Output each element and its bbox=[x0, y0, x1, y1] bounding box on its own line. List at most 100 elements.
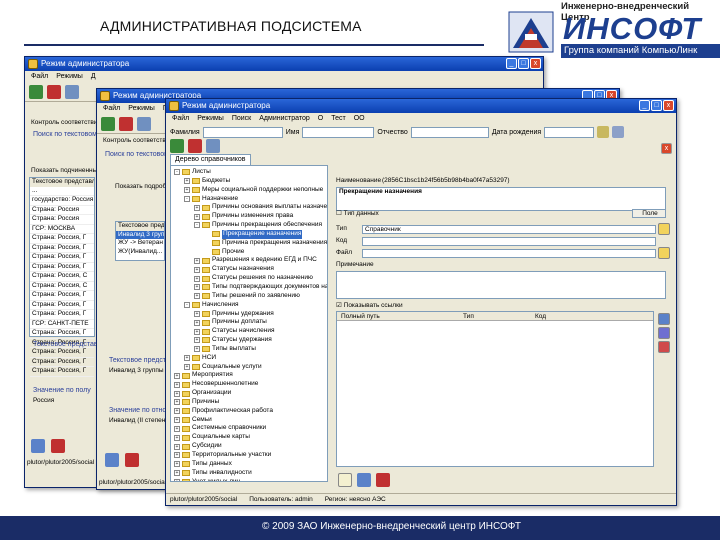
delete-icon[interactable] bbox=[119, 116, 133, 131]
table-row[interactable]: Страна: Россия, Г bbox=[30, 329, 94, 339]
tab-reference-tree[interactable]: Дерево справочников bbox=[170, 154, 251, 165]
surname-field[interactable] bbox=[202, 126, 283, 138]
collapse-icon[interactable]: - bbox=[184, 302, 190, 309]
table-row[interactable]: ЖУ(Инвалид... bbox=[116, 248, 164, 257]
tree-node[interactable]: + Статусы решения по назначению bbox=[171, 274, 327, 283]
grid-remove-icon[interactable] bbox=[658, 341, 670, 353]
column-header[interactable]: Текстовое представление bbox=[116, 222, 164, 231]
options-icon[interactable] bbox=[612, 126, 625, 138]
tree-node[interactable]: + Типы инвалидности bbox=[171, 469, 327, 478]
expand-icon[interactable]: + bbox=[194, 204, 200, 211]
table-row[interactable]: Страна: Россия, Г bbox=[30, 263, 94, 272]
expand-icon[interactable]: + bbox=[174, 425, 180, 432]
col-full-path[interactable]: Полный путь bbox=[341, 312, 380, 321]
tree-node[interactable]: Прочие bbox=[171, 248, 327, 257]
expand-icon[interactable]: + bbox=[194, 346, 200, 353]
search-icon[interactable] bbox=[31, 439, 45, 453]
reference-tree[interactable]: - Листы + Бюджеты + Меры социальной поддержки… bbox=[170, 165, 328, 482]
tree-node[interactable]: + Мероприятия bbox=[171, 371, 327, 380]
table-row[interactable]: Страна: Россия, Г bbox=[30, 301, 94, 310]
tree-node[interactable]: + Меры социальной поддержки неполные bbox=[171, 186, 327, 195]
minimize-button[interactable]: _ bbox=[506, 58, 517, 69]
table-row[interactable]: Страна: Россия, Г bbox=[30, 244, 94, 253]
admin-window-front[interactable]: Режим администратора _ □ x Файл Режимы Пои… bbox=[165, 98, 677, 506]
note-field[interactable] bbox=[336, 271, 666, 299]
tree-node[interactable]: + Социальные услуги bbox=[171, 363, 327, 372]
show-refs-checkbox[interactable]: ☑ Показывать ссылки bbox=[336, 301, 403, 309]
collapse-icon[interactable]: - bbox=[184, 195, 190, 202]
menu-more[interactable]: Д bbox=[91, 71, 96, 82]
expand-icon[interactable]: + bbox=[184, 178, 190, 185]
tree-node[interactable]: + Несовершеннолетние bbox=[171, 380, 327, 389]
table-row[interactable]: Страна: Россия, С bbox=[30, 282, 94, 291]
expand-icon[interactable]: + bbox=[194, 275, 200, 282]
search-icon[interactable] bbox=[105, 453, 119, 467]
expand-icon[interactable]: + bbox=[194, 310, 200, 317]
tree-node[interactable]: + Разрешения к ведению ЕГД и ПЧС bbox=[171, 256, 327, 265]
menu-item[interactable]: Поиск bbox=[232, 113, 251, 124]
tree-node[interactable]: - Причины прекращения обеспечения bbox=[171, 221, 327, 230]
expand-icon[interactable]: + bbox=[184, 363, 190, 370]
results-list[interactable]: Текстовое представление Инвалид 3 группы… bbox=[115, 221, 165, 261]
tree-icon[interactable] bbox=[170, 139, 184, 153]
menu-item[interactable]: Режимы bbox=[128, 103, 155, 114]
tree-node[interactable]: - Листы bbox=[171, 168, 327, 177]
expand-icon[interactable]: + bbox=[194, 266, 200, 273]
tree-node[interactable]: + Типы подтверждающих документов на заявл… bbox=[171, 283, 327, 292]
table-row[interactable]: государство: Россия bbox=[30, 196, 94, 206]
save-icon[interactable] bbox=[357, 473, 371, 487]
tree-icon[interactable] bbox=[29, 84, 43, 99]
type-lookup-icon[interactable] bbox=[658, 223, 670, 235]
menu-item[interactable]: Администратор bbox=[259, 113, 310, 124]
file-field[interactable] bbox=[362, 249, 656, 258]
tree-node[interactable]: + Причины удержания bbox=[171, 310, 327, 319]
user-icon[interactable] bbox=[137, 116, 151, 131]
expand-icon[interactable]: + bbox=[194, 328, 200, 335]
file-browse-icon[interactable] bbox=[658, 247, 670, 259]
name-field[interactable]: Прекращение назначения bbox=[336, 187, 666, 211]
delete-icon[interactable] bbox=[47, 84, 61, 99]
table-row[interactable]: ... bbox=[30, 187, 94, 196]
table-row[interactable]: Страна: Россия bbox=[30, 215, 94, 225]
user-icon[interactable] bbox=[206, 139, 220, 153]
tree-icon[interactable] bbox=[101, 116, 115, 131]
find-person-icon[interactable] bbox=[597, 126, 610, 138]
menu-item[interactable]: ОО bbox=[354, 113, 365, 124]
tree-node[interactable]: + Типы выплаты bbox=[171, 345, 327, 354]
expand-icon[interactable]: + bbox=[194, 213, 200, 220]
tree-node[interactable]: + Статусы начисления bbox=[171, 327, 327, 336]
name-field[interactable] bbox=[302, 126, 375, 138]
collapse-icon[interactable]: - bbox=[194, 222, 200, 229]
menu-item[interactable]: Тест bbox=[331, 113, 345, 124]
window-titlebar[interactable]: Режим администратора _ □ x bbox=[166, 99, 676, 113]
table-row[interactable]: Страна: Россия bbox=[30, 206, 94, 215]
table-row[interactable]: Страна: Россия, Г bbox=[30, 310, 94, 320]
expand-icon[interactable]: + bbox=[174, 390, 180, 397]
expand-icon[interactable]: + bbox=[174, 381, 180, 388]
window-titlebar[interactable]: Режим администратора _ □ x bbox=[25, 57, 543, 71]
table-row[interactable]: Страна: Россия, Г bbox=[30, 358, 94, 367]
tree-node[interactable]: - Назначение bbox=[171, 195, 327, 204]
tree-node[interactable]: + Бюджеты bbox=[171, 177, 327, 186]
menu-file[interactable]: Файл bbox=[31, 71, 48, 82]
close-button[interactable]: x bbox=[530, 58, 541, 69]
maximize-button[interactable]: □ bbox=[518, 58, 529, 69]
menu-item[interactable]: Файл bbox=[103, 103, 120, 114]
menu-item[interactable]: Режимы bbox=[197, 113, 224, 124]
tree-node[interactable]: Причина прекращения назначения bbox=[171, 239, 327, 248]
tree-node[interactable]: + Типы решений по заявлению bbox=[171, 292, 327, 301]
tree-node[interactable]: + Семьи bbox=[171, 416, 327, 425]
references-grid[interactable]: Полный путь Тип Код bbox=[336, 311, 654, 467]
minimize-button[interactable]: _ bbox=[639, 100, 650, 111]
expand-icon[interactable]: + bbox=[174, 434, 180, 441]
tree-node[interactable]: + Территориальные участки bbox=[171, 451, 327, 460]
expand-icon[interactable]: + bbox=[174, 372, 180, 379]
cancel-icon[interactable] bbox=[376, 473, 390, 487]
tree-node[interactable]: + Причины изменения права bbox=[171, 212, 327, 221]
expand-icon[interactable]: + bbox=[184, 187, 190, 194]
tree-node[interactable]: + НСИ bbox=[171, 354, 327, 363]
table-row[interactable]: ЖУ -> Ветеран bbox=[116, 239, 164, 248]
table-row[interactable]: Страна: Россия, Г bbox=[30, 348, 94, 358]
tree-node[interactable]: + Учет жилых лиц bbox=[171, 478, 327, 481]
birthdate-field[interactable] bbox=[544, 126, 595, 138]
